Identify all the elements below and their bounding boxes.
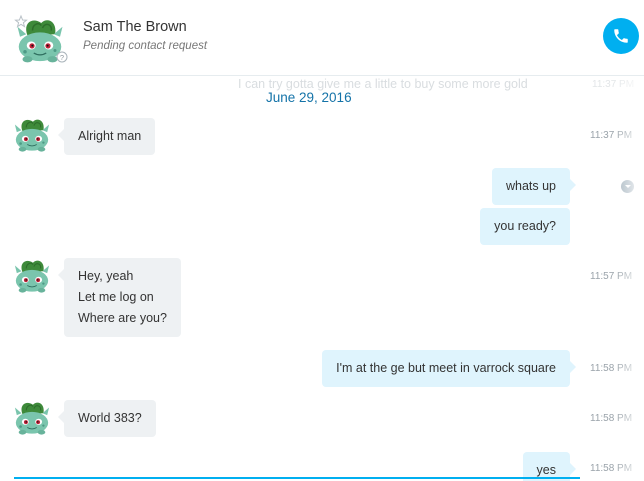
outgoing-message-bubble[interactable]: you ready?: [480, 208, 570, 245]
faded-previous-message: I can try gotta give me a little to buy …: [238, 77, 528, 91]
contact-status: Pending contact request: [83, 40, 208, 52]
date-separator: June 29, 2016: [266, 90, 352, 105]
message-time: 11:58 PM: [590, 413, 633, 424]
contact-name: Sam The Brown: [83, 19, 187, 35]
message-line: you ready?: [494, 219, 556, 233]
svg-text:?: ?: [60, 53, 64, 62]
incoming-message-bubble[interactable]: Hey, yeah Let me log on Where are you?: [58, 258, 181, 337]
message-line: Alright man: [78, 129, 142, 143]
phone-icon: [614, 29, 628, 43]
outgoing-message-bubble[interactable]: whats up: [491, 168, 577, 205]
bulbasaur-avatar-icon[interactable]: [13, 258, 51, 294]
message-time: 11:37 PM: [590, 130, 633, 141]
incoming-message-bubble[interactable]: Alright man: [57, 118, 156, 155]
chat-header: ? Sam The Brown Pending contact request: [0, 0, 644, 76]
message-time: 11:57 PM: [590, 271, 633, 282]
incoming-message-bubble[interactable]: World 383?: [58, 400, 156, 437]
message-line: I'm at the ge but meet in varrock square: [336, 361, 556, 375]
input-focus-line: [14, 477, 580, 479]
outgoing-message-bubble[interactable]: I'm at the ge but meet in varrock square: [322, 350, 576, 387]
faded-message-time: 11:37 PM: [592, 79, 635, 90]
message-line: Let me log on: [78, 290, 154, 304]
message-time: 11:58 PM: [590, 363, 633, 374]
bulbasaur-avatar-icon[interactable]: [13, 400, 51, 436]
bulbasaur-avatar-icon[interactable]: ?: [13, 14, 69, 64]
call-button[interactable]: [603, 18, 639, 54]
message-line: Where are you?: [78, 311, 167, 325]
conversation[interactable]: I can try gotta give me a little to buy …: [0, 77, 644, 481]
message-line: whats up: [505, 179, 556, 193]
message-time: 11:58 PM: [590, 463, 633, 474]
message-line: Hey, yeah: [78, 269, 134, 283]
message-line: World 383?: [78, 411, 142, 425]
chevron-down-icon[interactable]: [621, 180, 634, 193]
bulbasaur-avatar-icon[interactable]: [13, 117, 51, 153]
